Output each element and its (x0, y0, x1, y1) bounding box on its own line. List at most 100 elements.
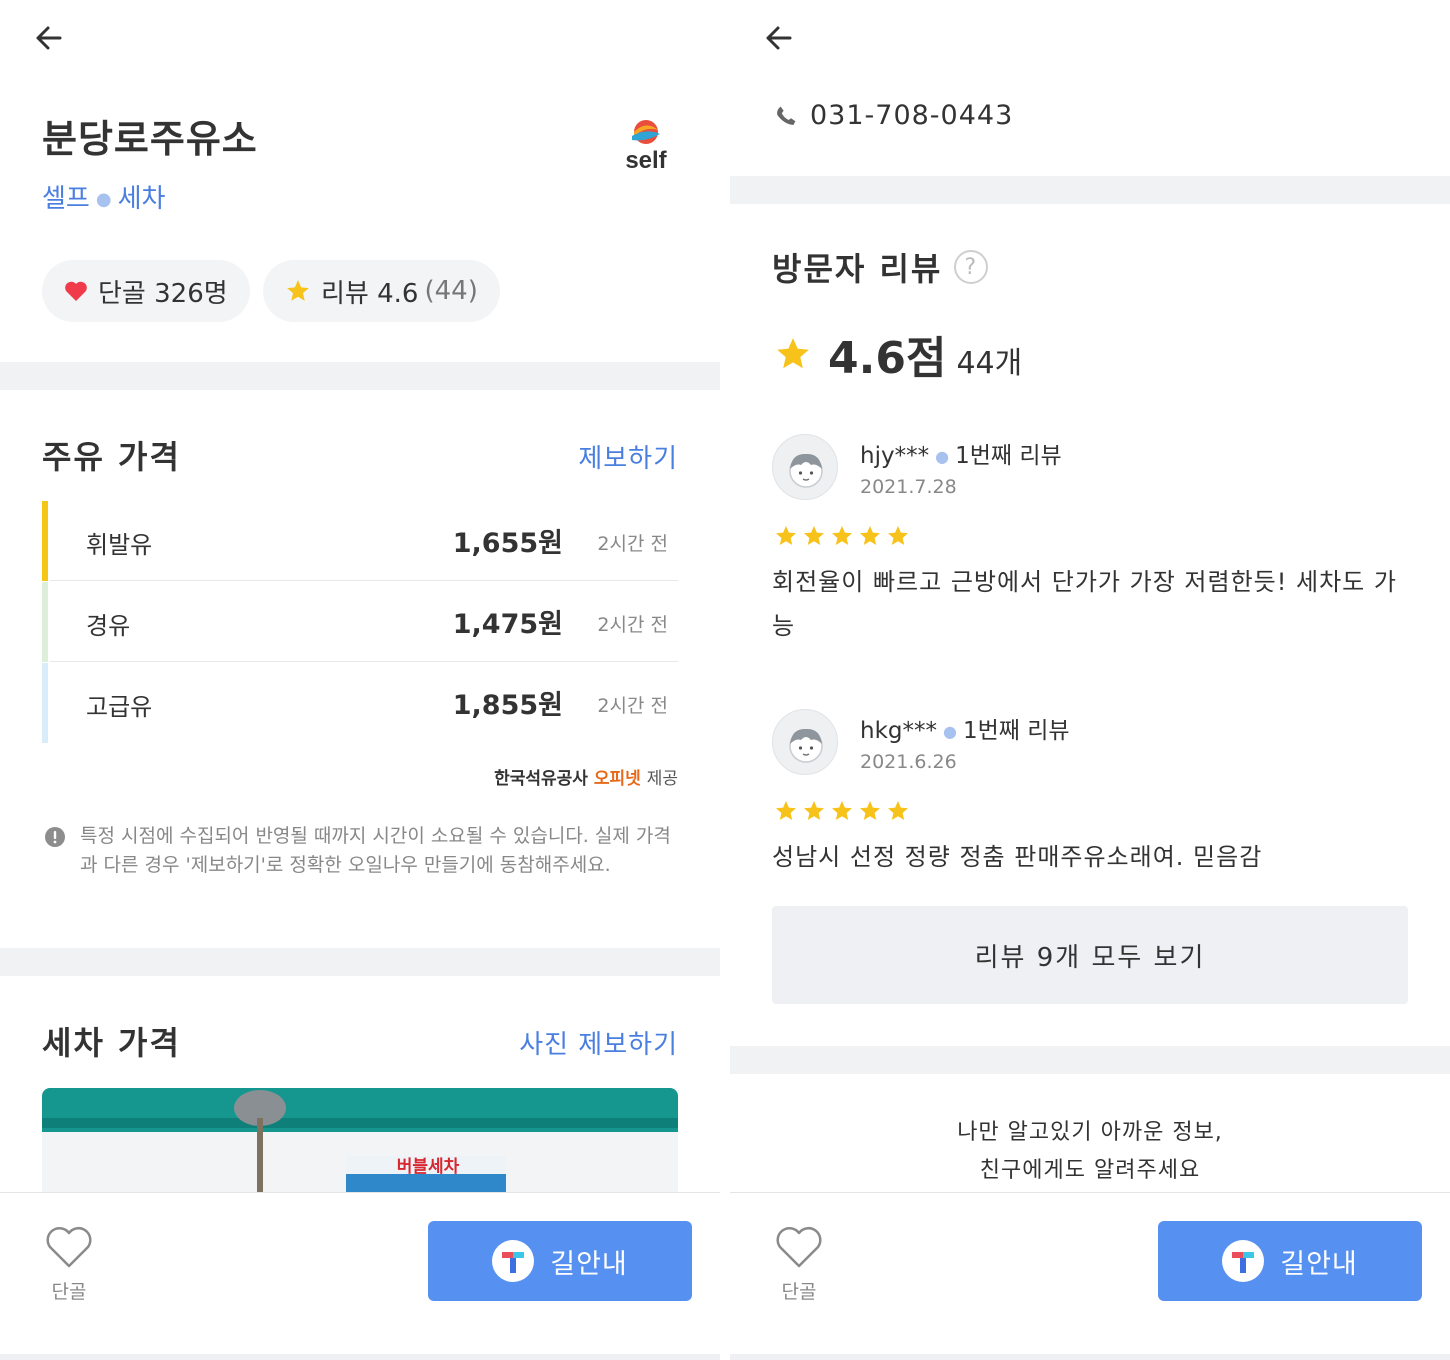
star-icon (858, 524, 882, 548)
tmap-icon (492, 1240, 535, 1282)
avatar-icon (772, 434, 838, 500)
review-text: 성남시 선정 정량 정춤 판매주유소래여. 믿음감 (772, 843, 1263, 871)
star-icon (774, 799, 798, 823)
section-divider (730, 176, 1450, 204)
heart-icon (64, 280, 88, 302)
fuel-price: 1,855원 (452, 690, 563, 721)
review-order: 1번째 리뷰 (962, 718, 1070, 744)
tag-self: 셀프 (42, 184, 90, 214)
tag-carwash: 세차 (117, 184, 166, 214)
share-line-1: 나만 알고있기 아까운 정보, (957, 1120, 1223, 1145)
visitor-review-title: 방문자 리뷰 ? (772, 244, 989, 290)
review-date: 2021.6.26 (860, 751, 957, 773)
carwash-photo[interactable]: 버블세차 (42, 1088, 678, 1208)
average-score: 4.6점 (828, 333, 947, 384)
reviewer-name: hkg*** (860, 718, 937, 744)
reviewer-info: hjy*** ● 1번째 리뷰 (860, 436, 1062, 470)
section-divider (730, 1046, 1450, 1074)
navigate-button[interactable]: 길안내 (1158, 1221, 1422, 1301)
navigate-button[interactable]: 길안내 (428, 1221, 692, 1301)
review-count: (44) (424, 276, 478, 306)
station-tags: 셀프 ● 세차 (42, 178, 165, 215)
review-item: hjy*** ● 1번째 리뷰 2021.7.28 회전율이 빠르고 근방에서 단가… (772, 434, 1412, 644)
photo-report-link[interactable]: 사진 제보하기 (519, 1024, 678, 1061)
heart-outline-icon (46, 1226, 92, 1268)
star-icon (802, 524, 826, 548)
back-arrow-icon[interactable] (30, 18, 70, 58)
separator-dot: ● (943, 722, 957, 741)
separator-dot: ● (935, 447, 950, 466)
tag-separator: ● (95, 189, 112, 210)
data-provider: 한국석유공사 오피넷 제공 (494, 764, 678, 789)
price-notice: 특정 시점에 수집되어 반영될 때까지 시간이 소요될 수 있습니다. 실제 가… (80, 825, 671, 876)
bottom-action-bar: 단골 길안내 (730, 1192, 1450, 1360)
heart-outline-icon (776, 1226, 822, 1268)
phone-number-row[interactable]: 031-708-0443 (774, 100, 1013, 131)
tmap-icon (1222, 1240, 1265, 1282)
provider-name: 한국석유공사 (494, 769, 588, 789)
star-icon (858, 799, 882, 823)
update-time: 2시간 전 (597, 614, 668, 636)
fuel-color-bar (42, 663, 48, 743)
section-divider (0, 948, 720, 976)
update-time: 2시간 전 (597, 533, 668, 555)
section-divider (0, 362, 720, 390)
bottom-strip (0, 1354, 720, 1360)
review-score-summary: 4.6점 44개 (774, 322, 1022, 386)
phone-icon (777, 106, 796, 125)
notice-icon (45, 827, 65, 847)
fuel-color-bar (42, 582, 48, 662)
photo-sign-text: 버블세차 (397, 1157, 460, 1177)
star-icon (285, 278, 311, 304)
back-arrow-icon[interactable] (760, 18, 800, 58)
reviewer-name: hjy*** (860, 443, 930, 469)
station-detail-panel: 분당로주유소 셀프 ● 세차 self 단골 326명 리뷰 4.6 (44) 주유… (0, 0, 720, 1360)
star-icon (886, 799, 910, 823)
fuel-type: 고급유 (86, 693, 153, 721)
review-date: 2021.7.28 (860, 476, 957, 498)
fuel-price: 1,655원 (452, 528, 563, 559)
review-panel: 031-708-0443 방문자 리뷰 ? 4.6점 44개 hjy*** ● 1번… (730, 0, 1450, 1360)
review-score-label: 리뷰 4.6 (321, 278, 419, 309)
avatar-icon (772, 709, 838, 775)
review-rating (774, 524, 914, 548)
provider-suffix: 제공 (646, 769, 678, 789)
report-price-link[interactable]: 제보하기 (578, 438, 678, 475)
update-time: 2시간 전 (597, 695, 668, 717)
star-icon (886, 524, 910, 548)
logo-text: self (625, 147, 667, 172)
row-divider (50, 580, 678, 581)
star-icon (802, 799, 826, 823)
total-review-count: 44개 (956, 346, 1023, 381)
regulars-badge[interactable]: 단골 326명 (42, 260, 250, 322)
row-divider (50, 661, 678, 662)
fuel-price-title: 주유 가격 (42, 438, 181, 476)
star-icon (830, 524, 854, 548)
navigate-label: 길안내 (1280, 1248, 1358, 1280)
fuel-price: 1,475원 (452, 609, 563, 640)
share-prompt: 나만 알고있기 아까운 정보, 친구에게도 알려주세요 (730, 1114, 1450, 1190)
star-icon (774, 524, 798, 548)
review-rating (774, 799, 914, 823)
favorite-button[interactable]: 단골 (774, 1225, 824, 1304)
navigate-label: 길안내 (550, 1248, 628, 1280)
price-row-gasoline: 휘발유 1,655원 2시간 전 (42, 501, 678, 581)
bottom-action-bar: 단골 길안내 (0, 1192, 720, 1360)
favorite-label: 단골 (781, 1281, 817, 1303)
view-all-reviews-button[interactable]: 리뷰 9개 모두 보기 (772, 906, 1408, 1004)
favorite-button[interactable]: 단골 (44, 1225, 94, 1304)
review-item: hkg*** ● 1번째 리뷰 2021.6.26 성남시 선정 정량 정춤 판매주… (772, 709, 1412, 879)
price-row-diesel: 경유 1,475원 2시간 전 (42, 582, 678, 662)
share-line-2: 친구에게도 알려주세요 (979, 1158, 1201, 1183)
fuel-type: 경유 (86, 612, 131, 640)
favorite-label: 단골 (51, 1281, 87, 1303)
review-text: 회전율이 빠르고 근방에서 단가가 가장 저렴한듯! 세차도 가능 (772, 568, 1397, 640)
review-badge[interactable]: 리뷰 4.6 (44) (263, 260, 500, 322)
help-icon[interactable]: ? (954, 250, 989, 284)
reviewer-info: hkg*** ● 1번째 리뷰 (860, 711, 1070, 745)
price-row-premium: 고급유 1,855원 2시간 전 (42, 663, 678, 743)
station-name: 분당로주유소 (42, 117, 258, 161)
bottom-strip (730, 1354, 1450, 1360)
carwash-price-title: 세차 가격 (42, 1024, 181, 1062)
fuel-color-bar (42, 501, 48, 581)
